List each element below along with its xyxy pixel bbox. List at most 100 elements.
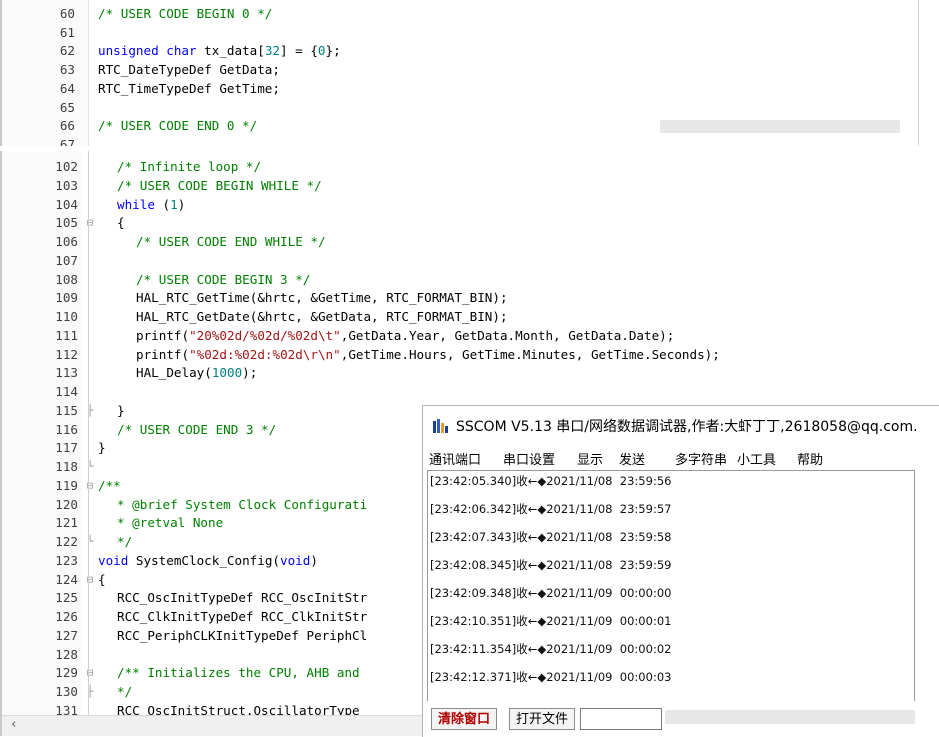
code-text: */ — [117, 683, 132, 702]
code-token: { — [98, 571, 106, 587]
code-token: ) — [310, 552, 318, 568]
fold-marker-icon[interactable]: └ — [85, 533, 95, 552]
menu-item-3[interactable]: 发送 — [619, 449, 645, 468]
code-token: ,GetData.Year, GetData.Month, GetData.Da… — [340, 327, 675, 343]
line-number: 123 — [55, 552, 78, 568]
window-titlebar[interactable]: SSCOM V5.13 串口/网络数据调试器,作者:大虾丁丁,2618058@q… — [423, 406, 939, 446]
code-token: 1 — [170, 196, 178, 212]
line-number: 116 — [55, 421, 78, 437]
code-token: unsigned char — [98, 43, 197, 59]
code-line: 105 ⊟ { — [2, 214, 939, 233]
code-token: * @retval None — [117, 515, 224, 531]
receive-area[interactable]: [23:42:05.340]收←◆2021/11/08 23:59:56 [23:… — [427, 470, 915, 701]
line-number: 118 — [55, 459, 78, 474]
code-line: 62 unsigned char tx_data[32] = {0}; — [2, 42, 918, 61]
code-line: 111 printf("20%02d/%02d/%02d\t",GetData.Y… — [2, 327, 939, 346]
code-token: 0 — [317, 43, 326, 59]
line-number: 109 — [55, 290, 78, 306]
fold-marker-icon[interactable]: ⊟ — [85, 477, 95, 496]
line-number: 122 — [55, 534, 78, 549]
line-number: 113 — [55, 365, 78, 381]
code-token: RCC_OscInitTypeDef RCC_OscInitStr — [117, 590, 368, 606]
line-number: 106 — [55, 234, 78, 249]
line-number: 63 — [59, 62, 75, 78]
code-text: printf("%02d:%02d:%02d\r\n",GetTime.Hour… — [136, 346, 720, 365]
code-token: /* Infinite loop */ — [117, 159, 262, 174]
line-number: 107 — [55, 252, 78, 268]
clear-window-button[interactable]: 清除窗口 — [431, 708, 498, 730]
menu-item-0[interactable]: 通讯端口 — [429, 449, 481, 468]
code-text: RCC_OscInitTypeDef RCC_OscInitStr — [117, 589, 367, 608]
code-line: 65 — [2, 99, 918, 118]
fold-marker-icon[interactable]: ⊟ — [85, 214, 95, 233]
line-number: 127 — [55, 627, 78, 643]
sscom-window[interactable]: SSCOM V5.13 串口/网络数据调试器,作者:大虾丁丁,2618058@q… — [422, 405, 939, 737]
menu-item-1[interactable]: 串口设置 — [503, 449, 555, 468]
menu-item-6[interactable]: 帮助 — [797, 449, 823, 468]
bottom-toolbar: 清除窗口 打开文件 — [423, 706, 939, 737]
code-text: RCC_ClkInitTypeDef RCC_ClkInitStr — [117, 608, 367, 627]
code-token: /* USER CODE BEGIN WHILE */ — [117, 177, 322, 193]
code-text: * @brief System Clock Configurati — [117, 496, 367, 515]
code-line: 107 — [2, 252, 939, 271]
fold-marker-icon[interactable]: ⊟ — [85, 571, 95, 590]
code-line: 114 — [2, 383, 939, 402]
code-token: RTC_DateTypeDef GetData; — [98, 62, 280, 78]
code-line: 67 — [2, 136, 918, 146]
fold-marker-icon[interactable]: ├ — [85, 402, 95, 421]
fold-marker-icon[interactable]: ⊟ — [85, 664, 95, 683]
code-line: 106 /* USER CODE END WHILE */ — [2, 233, 939, 252]
code-text: */ — [117, 533, 132, 552]
horizontal-scrollbar[interactable]: ‹ — [2, 715, 422, 736]
code-token: ( — [154, 196, 171, 212]
receive-line: [23:42:08.345]收←◆2021/11/08 23:59:59 — [430, 558, 672, 572]
code-token: } — [117, 402, 125, 418]
code-text: /** Initializes the CPU, AHB and — [117, 664, 360, 683]
code-token: /* USER CODE END WHILE */ — [136, 234, 326, 249]
line-number: 125 — [55, 590, 78, 606]
menu-item-5[interactable]: 小工具 — [737, 449, 776, 468]
code-line: 109 HAL_RTC_GetTime(&hrtc, &GetTime, RTC_… — [2, 289, 939, 308]
menu-item-2[interactable]: 显示 — [577, 449, 603, 468]
code-token: RCC_PeriphCLKInitTypeDef PeriphCl — [117, 627, 368, 643]
code-line: 108 /* USER CODE BEGIN 3 */ — [2, 271, 939, 290]
code-token: while — [117, 196, 155, 212]
receive-line: [23:42:12.371]收←◆2021/11/09 00:00:03 — [430, 670, 672, 684]
line-number: 62 — [59, 43, 75, 59]
line-number: 114 — [55, 384, 78, 399]
line-number: 129 — [55, 665, 78, 681]
line-number: 110 — [55, 309, 78, 324]
code-text: /* USER CODE END 3 */ — [117, 421, 276, 440]
receive-line: [23:42:05.340]收←◆2021/11/08 23:59:56 — [430, 474, 672, 488]
line-number: 130 — [55, 684, 78, 699]
code-text: while (1) — [117, 196, 185, 215]
code-text: RTC_DateTypeDef GetData; — [98, 61, 280, 80]
fold-marker-icon[interactable]: ├ — [85, 683, 95, 702]
sscom-app-icon — [433, 419, 448, 433]
code-text: RCC_PeriphCLKInitTypeDef PeriphCl — [117, 627, 367, 646]
code-line: 112 printf("%02d:%02d:%02d\r\n",GetTime.H… — [2, 346, 939, 365]
code-text: HAL_RTC_GetTime(&hrtc, &GetTime, RTC_FOR… — [136, 289, 508, 308]
file-path-input[interactable] — [580, 708, 662, 730]
code-text: /** — [98, 477, 121, 496]
line-number: 102 — [55, 159, 78, 174]
code-token: printf( — [136, 327, 190, 343]
code-token: "%02d:%02d:%02d\r\n" — [189, 346, 341, 362]
menu-item-4[interactable]: 多字符串 — [675, 449, 727, 468]
code-token: /* USER CODE END 3 */ — [117, 421, 277, 437]
line-number: 65 — [59, 99, 75, 115]
line-number: 126 — [55, 609, 78, 624]
line-number: 117 — [55, 440, 78, 456]
receive-line: [23:42:11.354]收←◆2021/11/09 00:00:02 — [430, 642, 672, 656]
scroll-left-icon[interactable]: ‹ — [10, 717, 18, 732]
line-number: 64 — [59, 80, 75, 96]
code-token: RTC_TimeTypeDef GetTime; — [98, 80, 280, 96]
redacted-watermark — [665, 710, 915, 724]
line-number: 103 — [55, 177, 78, 193]
line-number: 108 — [55, 271, 78, 287]
code-text: printf("20%02d/%02d/%02d\t",GetData.Year… — [136, 327, 674, 346]
code-line: 64 RTC_TimeTypeDef GetTime; — [2, 80, 918, 99]
open-file-button[interactable]: 打开文件 — [509, 708, 576, 730]
code-token: printf( — [136, 346, 190, 362]
fold-marker-icon[interactable]: └ — [85, 458, 95, 477]
